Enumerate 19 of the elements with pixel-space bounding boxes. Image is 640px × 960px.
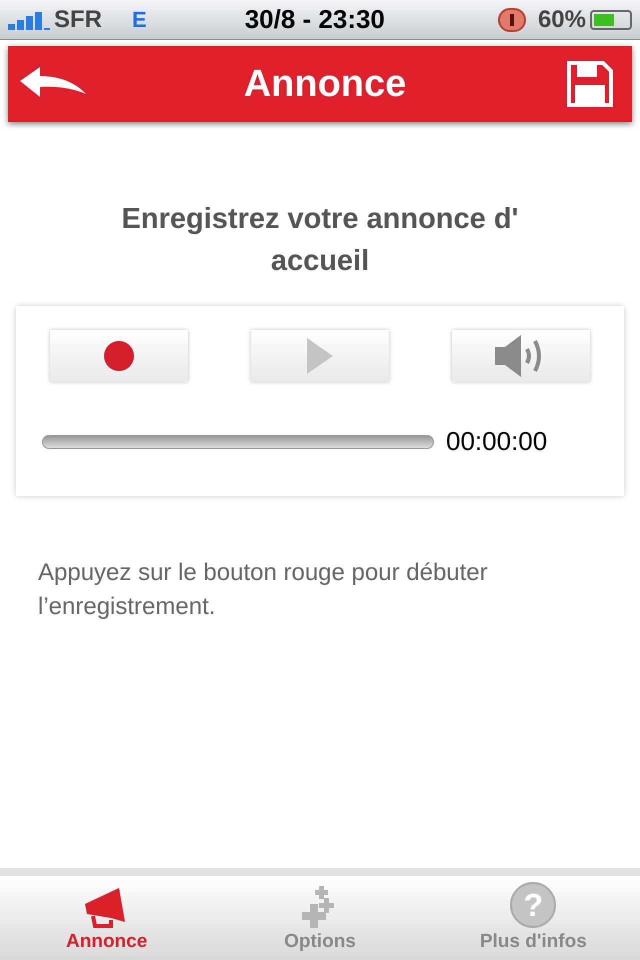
alert-icon <box>498 8 526 32</box>
record-icon <box>104 341 134 371</box>
battery-icon <box>590 10 632 30</box>
tab[interactable]: Annonce <box>0 876 214 960</box>
battery-percentage: 60% <box>538 4 586 34</box>
record-button[interactable] <box>50 330 188 382</box>
tab[interactable]: ? Plus d'infos <box>426 876 640 960</box>
carrier-name: SFR <box>54 4 102 34</box>
signal-icon <box>8 10 50 30</box>
elapsed-time: 00:00:00 <box>446 425 548 458</box>
volume-button[interactable] <box>452 330 590 382</box>
tab[interactable]: Options <box>213 876 427 960</box>
clock: 30/8 - 23:30 <box>244 3 385 36</box>
instruction-heading: Enregistrez votre annonce d' accueil <box>120 202 520 279</box>
network-type: E <box>132 6 147 34</box>
play-icon <box>307 338 333 374</box>
page-title: Annonce <box>244 62 406 106</box>
help-icon: ? <box>510 882 556 928</box>
hint-text: Appuyez sur le bouton rouge pour débuter l’enregistrement. <box>37 558 489 622</box>
